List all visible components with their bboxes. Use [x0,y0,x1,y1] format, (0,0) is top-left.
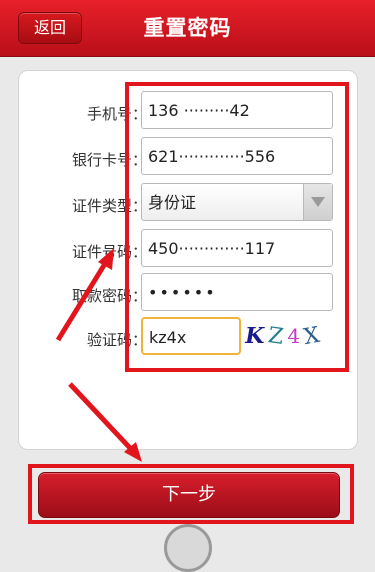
arrow-down-icon [68,382,142,462]
arrow-up-icon [55,248,114,342]
home-indicator [164,524,212,572]
annotation-arrows [55,248,142,462]
